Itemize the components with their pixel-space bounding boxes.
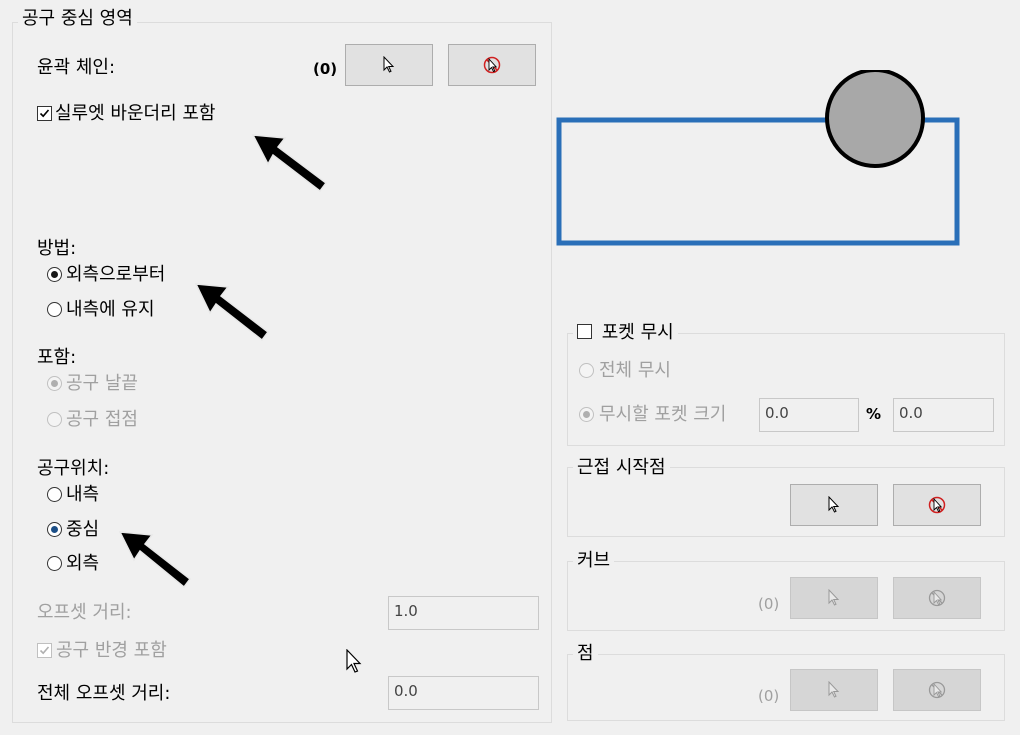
tool-center-area-title: 공구 중심 영역 (18, 8, 137, 30)
ignore-size-radio[interactable] (579, 407, 594, 422)
pocket-ignore-checkbox[interactable] (577, 323, 592, 339)
contour-chain-label: 윤곽 체인: (37, 57, 116, 78)
deselect-contour-button[interactable] (448, 44, 536, 86)
tool-position-inside-radio[interactable] (47, 487, 62, 502)
cursor-select-icon (828, 681, 840, 698)
method-from-outside-radio[interactable] (47, 267, 62, 282)
cursor-deselect-icon (928, 496, 946, 514)
tool-position-center-radio[interactable] (47, 522, 62, 537)
preview-tool-circle (825, 70, 925, 168)
tool-position-outside-label: 외측 (66, 553, 100, 574)
pocket-ignore-header: 포켓 무시 (573, 322, 678, 346)
cursor-select-icon (828, 589, 840, 606)
deselect-approach-button[interactable] (893, 484, 981, 526)
percent-symbol: % (866, 405, 882, 423)
include-silhouette-label: 실루엣 바운더리 포함 (55, 103, 216, 124)
tool-center-preview-diagram (556, 70, 960, 246)
cursor-deselect-icon (928, 681, 946, 699)
cursor-deselect-icon (483, 56, 501, 74)
tool-position-label: 공구위치: (37, 458, 110, 479)
annotation-arrow-3 (118, 531, 192, 589)
checkmark-icon (39, 646, 50, 655)
select-contour-button[interactable] (345, 44, 433, 86)
deselect-point-button[interactable] (893, 669, 981, 711)
offset-distance-label: 오프셋 거리: (37, 602, 132, 623)
select-point-button[interactable] (790, 669, 878, 711)
include-label: 포함: (37, 347, 77, 368)
cursor-select-icon (828, 496, 840, 513)
method-from-outside-label: 외측으로부터 (66, 264, 166, 285)
annotation-arrow-2 (194, 283, 270, 342)
select-curve-button[interactable] (790, 577, 878, 619)
ignore-size-field-1: 0.0 (759, 398, 859, 432)
ignore-all-radio[interactable] (579, 363, 594, 378)
curve-title: 커브 (573, 550, 615, 572)
include-tool-contact-radio[interactable] (47, 412, 62, 427)
deselect-curve-button[interactable] (893, 577, 981, 619)
ignore-size-field-2: 0.0 (893, 398, 994, 432)
ignore-all-label: 전체 무시 (599, 360, 671, 381)
method-label: 방법: (37, 238, 77, 259)
point-title: 점 (573, 643, 598, 665)
offset-distance-field[interactable]: 1.0 (388, 596, 539, 630)
tool-position-outside-radio[interactable] (47, 556, 62, 571)
mouse-cursor-icon (346, 649, 362, 673)
pocket-ignore-title: 포켓 무시 (601, 322, 674, 343)
include-silhouette-checkbox[interactable] (37, 106, 52, 121)
include-tool-tip-radio[interactable] (47, 376, 62, 391)
include-tool-contact-label: 공구 접점 (66, 409, 138, 430)
total-offset-label: 전체 오프셋 거리: (37, 683, 171, 704)
contour-chain-count: (0) (313, 60, 338, 78)
method-keep-inside-radio[interactable] (47, 302, 62, 317)
point-count: (0) (758, 687, 780, 705)
total-offset-field: 0.0 (388, 676, 539, 710)
include-tool-radius-label: 공구 반경 포함 (56, 640, 167, 661)
approach-start-title: 근접 시작점 (573, 457, 670, 479)
ignore-size-label: 무시할 포켓 크기 (599, 404, 727, 425)
cursor-select-icon (383, 56, 395, 73)
cursor-deselect-icon (928, 589, 946, 607)
annotation-arrow-1 (251, 134, 328, 193)
include-tool-tip-label: 공구 날끝 (66, 373, 138, 394)
tool-position-center-label: 중심 (66, 519, 100, 540)
curve-count: (0) (758, 595, 780, 613)
select-approach-button[interactable] (790, 484, 878, 526)
tool-position-inside-label: 내측 (66, 484, 100, 505)
method-keep-inside-label: 내측에 유지 (66, 299, 155, 320)
checkmark-icon (39, 109, 50, 118)
include-tool-radius-checkbox[interactable] (37, 643, 52, 658)
